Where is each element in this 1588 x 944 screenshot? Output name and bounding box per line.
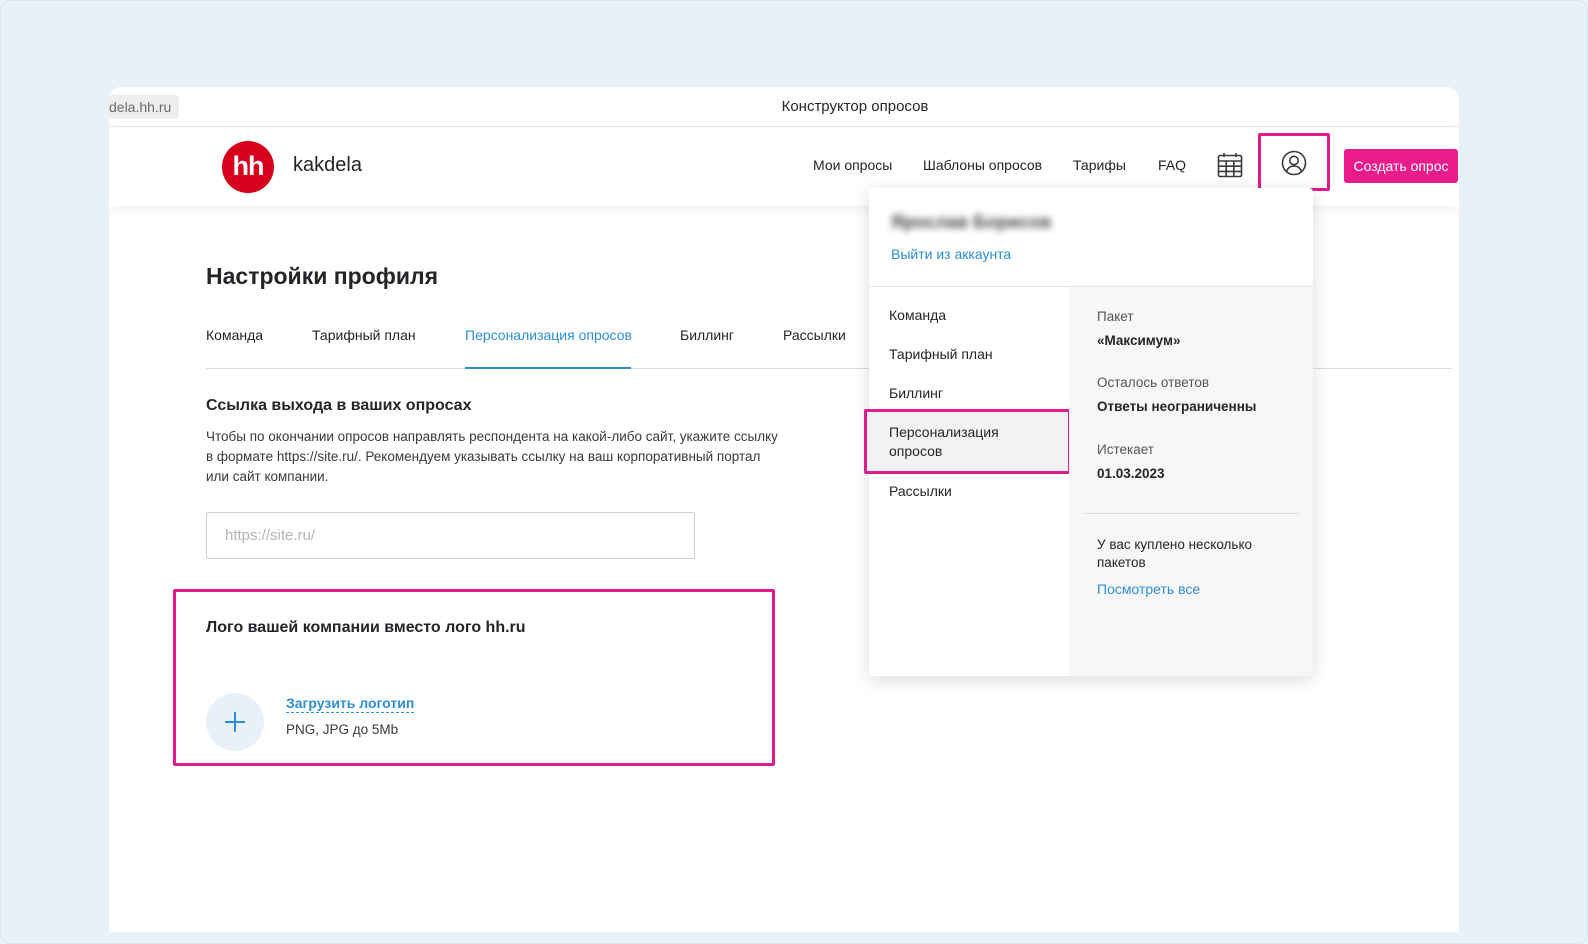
nav-pricing[interactable]: Тарифы bbox=[1073, 157, 1126, 173]
dropdown-menu-list: Команда Тарифный план Биллинг Персонализ… bbox=[864, 287, 1071, 676]
exit-url-input[interactable] bbox=[206, 512, 695, 559]
package-label: Пакет bbox=[1097, 309, 1134, 324]
answers-value: Ответы неограниченны bbox=[1097, 399, 1257, 414]
logo-section-title: Лого вашей компании вместо лого hh.ru bbox=[206, 619, 526, 636]
window-title: Конструктор опросов bbox=[781, 98, 929, 115]
package-info-panel: Пакет «Максимум» Осталось ответов Ответы… bbox=[1069, 287, 1313, 676]
menu-item-billing[interactable]: Биллинг bbox=[889, 384, 943, 403]
tab-billing[interactable]: Биллинг bbox=[680, 327, 734, 343]
exit-link-description: Чтобы по окончании опросов направлять ре… bbox=[206, 427, 806, 487]
tab-mailings[interactable]: Рассылки bbox=[783, 327, 846, 343]
user-profile-icon bbox=[1281, 150, 1307, 176]
logo-upload-section: Лого вашей компании вместо лого hh.ru За… bbox=[173, 589, 775, 766]
description-line: в формате https://site.ru/. Рекомендуем … bbox=[206, 449, 761, 464]
page-title: Настройки профиля bbox=[206, 263, 439, 289]
active-tab-indicator bbox=[465, 367, 631, 369]
profile-dropdown: Ярослав Борисов Выйти из аккаунта Команд… bbox=[864, 188, 1313, 676]
logout-link[interactable]: Выйти из аккаунта bbox=[891, 246, 1011, 262]
view-all-link[interactable]: Посмотреть все bbox=[1097, 581, 1200, 597]
menu-item-label: Персонализация опросов bbox=[889, 424, 999, 459]
plus-icon bbox=[225, 712, 245, 732]
description-line: или сайт компании. bbox=[206, 469, 329, 484]
menu-item-mailings[interactable]: Рассылки bbox=[889, 482, 952, 501]
nav-survey-templates[interactable]: Шаблоны опросов bbox=[923, 157, 1042, 173]
upload-plus-button[interactable] bbox=[206, 693, 264, 751]
package-value: «Максимум» bbox=[1097, 333, 1181, 348]
info-divider bbox=[1083, 513, 1299, 514]
profile-menu-button[interactable] bbox=[1258, 133, 1330, 191]
answers-label: Осталось ответов bbox=[1097, 375, 1210, 390]
create-survey-button[interactable]: Создать опрос bbox=[1344, 149, 1458, 183]
brand-name[interactable]: kakdela bbox=[293, 154, 362, 177]
calendar-icon[interactable] bbox=[1217, 152, 1243, 178]
upload-logo-link[interactable]: Загрузить логотип bbox=[286, 695, 415, 713]
packages-note: У вас куплено несколько пакетов bbox=[1097, 537, 1253, 570]
expires-label: Истекает bbox=[1097, 442, 1154, 457]
title-bar: dela.hh.ru Конструктор опросов bbox=[109, 87, 1459, 127]
tab-personalization[interactable]: Персонализация опросов bbox=[465, 327, 632, 343]
browser-window: dela.hh.ru Конструктор опросов hh kakdel… bbox=[109, 87, 1459, 932]
upload-hint: PNG, JPG до 5Mb bbox=[286, 722, 399, 737]
tab-team[interactable]: Команда bbox=[206, 327, 263, 343]
description-line: Чтобы по окончании опросов направлять ре… bbox=[206, 429, 778, 444]
user-name: Ярослав Борисов bbox=[891, 212, 1052, 232]
menu-item-team[interactable]: Команда bbox=[889, 306, 946, 325]
expires-value: 01.03.2023 bbox=[1097, 466, 1165, 481]
hh-logo[interactable]: hh bbox=[222, 141, 274, 193]
tab-tariff-plan[interactable]: Тарифный план bbox=[312, 327, 416, 343]
nav-faq[interactable]: FAQ bbox=[1158, 157, 1186, 173]
exit-link-title: Ссылка выхода в ваших опросах bbox=[206, 397, 472, 414]
menu-item-tariff-plan[interactable]: Тарифный план bbox=[889, 345, 993, 364]
nav-my-surveys[interactable]: Мои опросы bbox=[813, 157, 892, 173]
menu-item-personalization[interactable]: Персонализация опросов bbox=[864, 409, 1071, 474]
